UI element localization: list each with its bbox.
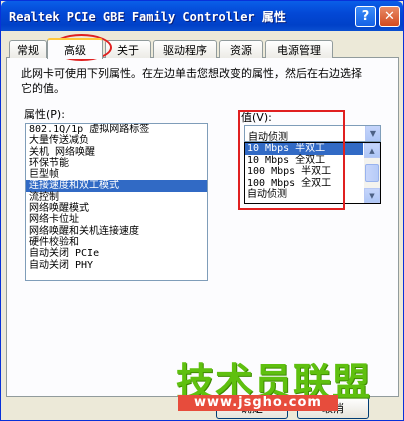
chevron-up-icon: ▲ (369, 146, 375, 155)
property-item[interactable]: 自动关闭 PCIe (26, 248, 207, 259)
property-item[interactable]: 环保节能 (26, 158, 207, 169)
properties-dialog: Realtek PCIe GBE Family Controller 属性 ? … (0, 0, 404, 421)
property-item[interactable]: 网络唤醒模式 (26, 203, 207, 214)
property-item-selected[interactable]: 连接速度和双工模式 (26, 180, 207, 192)
tab-driver[interactable]: 驱动程序 (153, 40, 217, 58)
property-item[interactable]: 网络卡位址 (26, 214, 207, 225)
chevron-down-icon: ▼ (369, 129, 377, 138)
advanced-description: 此网卡可使用下列属性。在左边单击您想改变的属性，然后在右边选择它的值。 (21, 67, 362, 95)
property-item[interactable]: 大量传送减负 (26, 135, 207, 146)
close-button[interactable]: ✕ (379, 6, 400, 27)
value-dropdown-list[interactable]: 10 Mbps 半双工 10 Mbps 全双工 100 Mbps 半双工 100… (244, 142, 381, 204)
window-title: Realtek PCIe GBE Family Controller 属性 (9, 10, 286, 24)
property-item[interactable]: 巨型帧 (26, 169, 207, 180)
tab-about[interactable]: 关于 (105, 40, 151, 58)
value-option-selected[interactable]: 10 Mbps 半双工 (245, 143, 363, 155)
property-label: 属性(P): (24, 108, 65, 121)
title-bar[interactable]: Realtek PCIe GBE Family Controller 属性 ? … (1, 1, 403, 31)
help-button[interactable]: ? (355, 6, 376, 27)
property-item[interactable]: 802.1Q/1p 虚拟网路标签 (26, 124, 207, 135)
scroll-up-button[interactable]: ▲ (364, 143, 380, 158)
value-combobox[interactable]: 自动侦测 ▼ (244, 125, 381, 143)
tab-general[interactable]: 常规 (9, 40, 47, 58)
help-icon: ? (361, 9, 370, 24)
ok-button[interactable]: 确定 (216, 397, 288, 419)
property-item[interactable]: 流控制 (26, 192, 207, 203)
property-list[interactable]: 802.1Q/1p 虚拟网路标签 大量传送减负 关机 网络唤醒 环保节能 巨型帧… (25, 123, 208, 281)
property-item[interactable]: 硬件校验和 (26, 237, 207, 248)
property-item[interactable]: 网络唤醒和关机连接速度 (26, 226, 207, 237)
tab-advanced[interactable]: 高级 (47, 38, 103, 59)
close-icon: ✕ (384, 9, 395, 24)
value-option[interactable]: 100 Mbps 半双工 (245, 166, 363, 178)
value-option[interactable]: 100 Mbps 全双工 (245, 178, 363, 190)
value-option[interactable]: 10 Mbps 全双工 (245, 155, 363, 167)
scroll-thumb[interactable] (365, 164, 379, 182)
chevron-down-icon: ▼ (369, 191, 375, 200)
cancel-button[interactable]: 取消 (297, 397, 369, 419)
value-option[interactable]: 自动侦测 (245, 189, 363, 201)
property-item[interactable]: 自动关闭 PHY (26, 260, 207, 271)
tab-resources[interactable]: 资源 (219, 40, 263, 58)
tab-power-management[interactable]: 电源管理 (265, 40, 333, 58)
value-combobox-text: 自动侦测 (248, 132, 288, 143)
scroll-down-button[interactable]: ▼ (364, 188, 380, 203)
dropdown-arrow-button[interactable]: ▼ (365, 126, 380, 141)
value-label: 值(V): (241, 111, 272, 124)
dropdown-scrollbar[interactable]: ▲ ▼ (364, 143, 380, 203)
property-item[interactable]: 关机 网络唤醒 (26, 147, 207, 158)
